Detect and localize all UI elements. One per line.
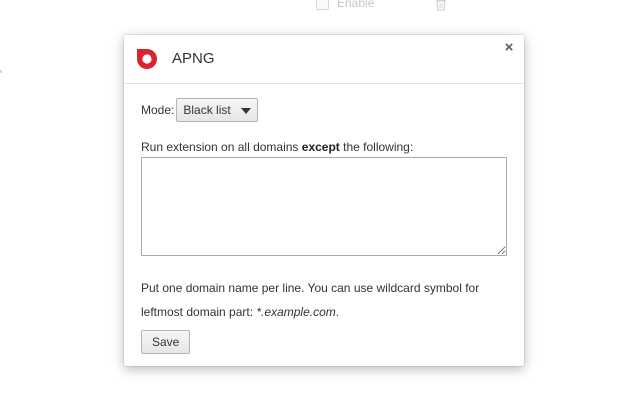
background-enable-checkbox <box>316 0 329 10</box>
mode-label: Mode: <box>141 103 175 117</box>
dialog-title: APNG <box>172 50 215 67</box>
instruction-text: Run extension on all domains except the … <box>141 140 507 154</box>
help-example-domain: *.example.com <box>256 305 336 319</box>
chevron-down-icon <box>240 108 251 114</box>
background-enable-label: Enable <box>337 0 375 10</box>
mode-select[interactable]: Black list <box>176 98 258 122</box>
apng-logo-icon <box>137 49 157 69</box>
help-text: Put one domain name per line. You can us… <box>141 276 507 324</box>
trash-icon <box>436 0 446 11</box>
background-mark <box>0 70 2 73</box>
mode-row: Mode: Black list <box>141 98 507 122</box>
background-enable-toggle: Enable <box>316 0 374 10</box>
save-button[interactable]: Save <box>141 330 191 354</box>
instruction-suffix: the following: <box>339 140 414 154</box>
dialog-header: APNG × <box>124 35 524 84</box>
settings-dialog: APNG × Mode: Black list Run extension on… <box>124 35 524 366</box>
help-line-2-suffix: . <box>335 305 340 319</box>
help-line-2: leftmost domain part: *.example.com. <box>141 300 507 324</box>
close-button[interactable]: × <box>502 40 516 56</box>
domain-list-textarea[interactable] <box>141 157 507 256</box>
mode-select-value: Black list <box>183 103 231 117</box>
help-line-1: Put one domain name per line. You can us… <box>141 281 480 295</box>
instruction-emphasis: except <box>301 140 340 154</box>
help-line-2-prefix: leftmost domain part: <box>141 305 257 319</box>
dialog-body: Mode: Black list Run extension on all do… <box>124 84 524 354</box>
instruction-prefix: Run extension on all domains <box>141 140 302 154</box>
